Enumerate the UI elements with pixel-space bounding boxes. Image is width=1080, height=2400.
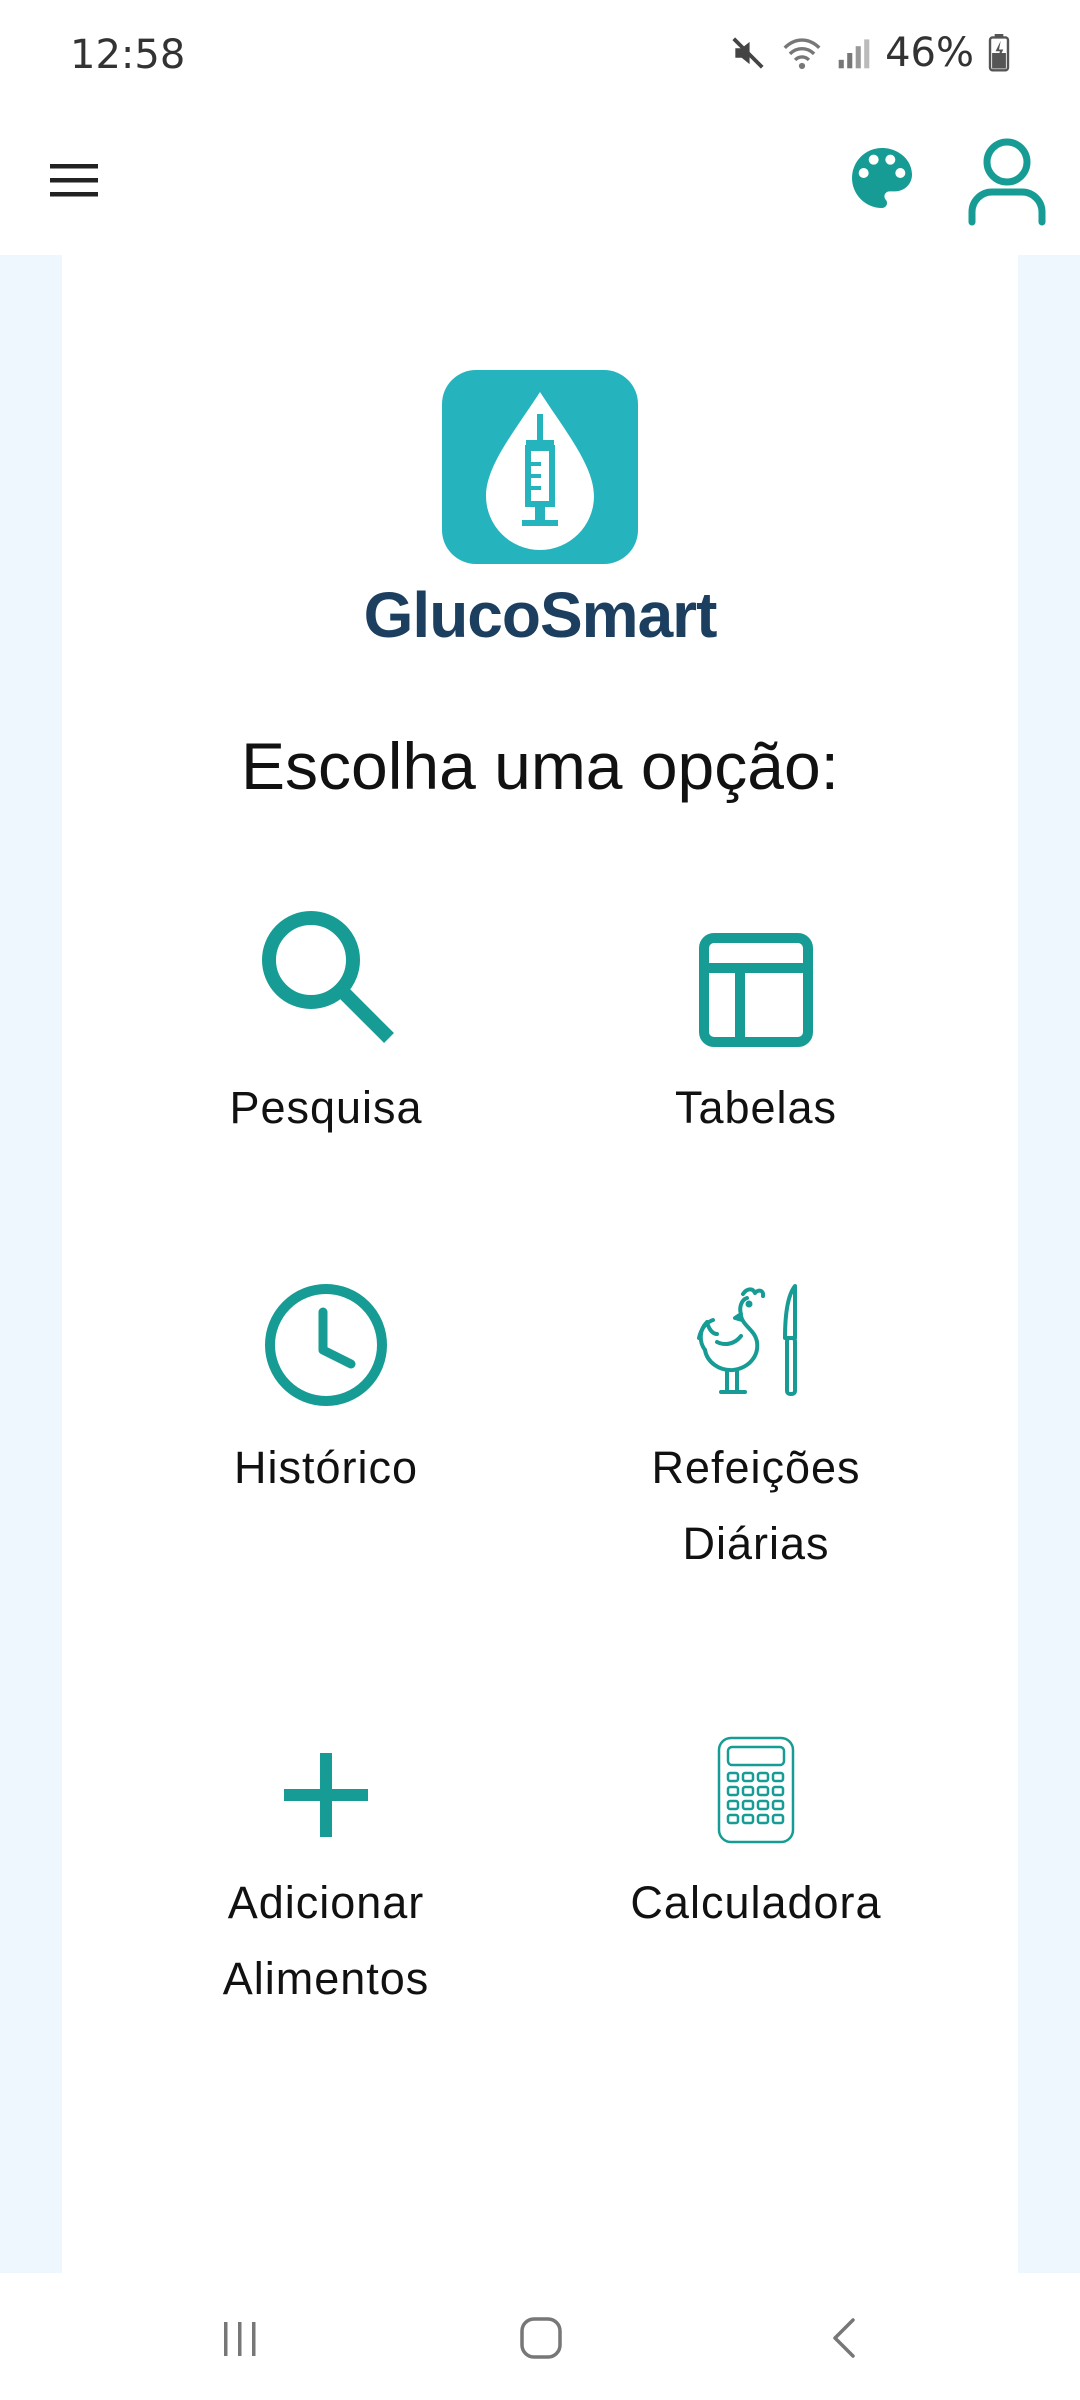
option-label: Refeições Diárias bbox=[651, 1442, 861, 1569]
option-label: Pesquisa bbox=[229, 1082, 423, 1133]
hamburger-menu-icon bbox=[50, 164, 98, 197]
home-icon bbox=[520, 2317, 562, 2359]
search-icon bbox=[262, 911, 394, 1043]
back-icon bbox=[833, 2318, 855, 2358]
option-historico[interactable]: Histórico bbox=[146, 1250, 506, 1506]
account-button[interactable] bbox=[962, 132, 1052, 228]
recent-apps-button[interactable] bbox=[205, 2303, 275, 2373]
option-label: Adicionar Alimentos bbox=[222, 1877, 430, 2004]
menu-button[interactable] bbox=[42, 148, 106, 212]
system-nav-bar bbox=[0, 2273, 1080, 2400]
user-icon bbox=[968, 138, 1046, 226]
status-icons: 46% bbox=[729, 30, 1010, 76]
status-time: 12:58 bbox=[70, 32, 186, 78]
home-button[interactable] bbox=[506, 2303, 576, 2373]
recent-apps-icon bbox=[224, 2322, 256, 2356]
battery-icon bbox=[988, 34, 1010, 72]
status-bar: 12:58 46% bbox=[0, 0, 1080, 120]
option-pesquisa[interactable]: Pesquisa bbox=[146, 890, 506, 1146]
logo-name: GlucoSmart bbox=[363, 579, 718, 651]
signal-icon bbox=[838, 39, 870, 69]
blood-drop-syringe-icon bbox=[486, 392, 594, 550]
calculator-icon bbox=[717, 1736, 795, 1844]
option-refeicoes-diarias[interactable]: Refeições Diárias bbox=[576, 1250, 936, 1582]
mute-icon bbox=[732, 37, 764, 69]
option-label: Calculadora bbox=[630, 1877, 882, 1928]
app-logo bbox=[442, 370, 638, 564]
back-button[interactable] bbox=[810, 2303, 880, 2373]
plus-icon bbox=[284, 1753, 368, 1837]
clock-icon bbox=[265, 1284, 387, 1406]
option-label: Histórico bbox=[233, 1442, 419, 1493]
theme-button[interactable] bbox=[842, 138, 922, 218]
wifi-icon bbox=[783, 38, 821, 70]
option-calculadora[interactable]: Calculadora bbox=[576, 1685, 936, 1941]
table-icon bbox=[699, 933, 813, 1047]
left-margin bbox=[0, 255, 62, 2273]
option-tabelas[interactable]: Tabelas bbox=[576, 890, 936, 1146]
page-title: Escolha uma opção: bbox=[240, 729, 840, 803]
option-adicionar-alimentos[interactable]: Adicionar Alimentos bbox=[146, 1685, 506, 2017]
palette-icon bbox=[852, 148, 912, 208]
battery-percent: 46% bbox=[885, 30, 974, 76]
app-bar bbox=[0, 120, 1080, 255]
right-margin bbox=[1018, 255, 1080, 2273]
rooster-knife-icon bbox=[697, 1284, 797, 1396]
option-label: Tabelas bbox=[674, 1082, 838, 1133]
